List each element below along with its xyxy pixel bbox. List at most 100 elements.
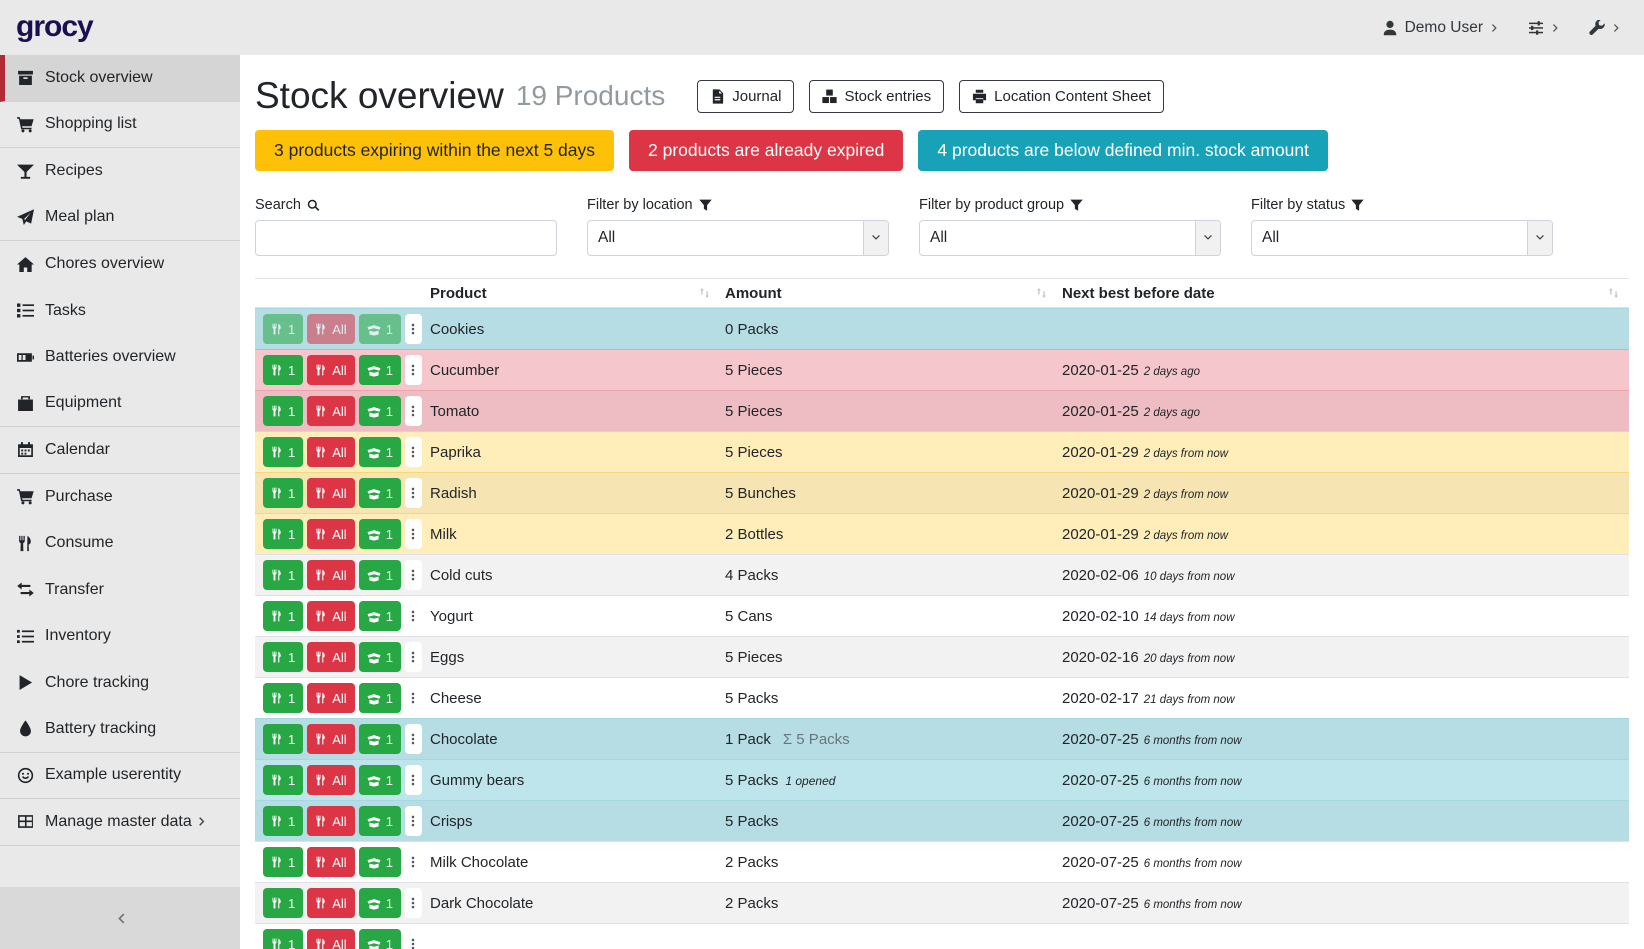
consume-one-button[interactable]: 1 bbox=[263, 560, 303, 590]
sidebar-item-stock-overview[interactable]: Stock overview bbox=[0, 55, 240, 102]
open-one-button[interactable]: 1 bbox=[359, 478, 401, 508]
sidebar-item-consume[interactable]: Consume bbox=[0, 520, 240, 567]
filter-by-location-select[interactable]: All bbox=[587, 220, 889, 256]
filter-by-product-group-select[interactable]: All bbox=[919, 220, 1221, 256]
sidebar-item-equipment[interactable]: Equipment bbox=[0, 381, 240, 428]
column-next-best-before-date[interactable]: Next best before date bbox=[1057, 279, 1629, 307]
consume-all-button[interactable]: All bbox=[307, 519, 354, 549]
sidebar-item-purchase[interactable]: Purchase bbox=[0, 474, 240, 521]
consume-one-button[interactable]: 1 bbox=[263, 683, 303, 713]
open-one-button[interactable]: 1 bbox=[359, 560, 401, 590]
row-menu-button[interactable] bbox=[405, 888, 422, 918]
consume-all-button[interactable]: All bbox=[307, 806, 354, 836]
consume-one-button[interactable]: 1 bbox=[263, 929, 303, 949]
open-one-button[interactable]: 1 bbox=[359, 642, 401, 672]
consume-one-button[interactable]: 1 bbox=[263, 806, 303, 836]
sidebar-collapse-button[interactable] bbox=[0, 887, 240, 949]
consume-all-button[interactable]: All bbox=[307, 314, 354, 344]
consume-all-button[interactable]: All bbox=[307, 683, 354, 713]
consume-all-button[interactable]: All bbox=[307, 765, 354, 795]
open-one-button[interactable]: 1 bbox=[359, 724, 401, 754]
consume-all-button[interactable]: All bbox=[307, 560, 354, 590]
sidebar-item-tasks[interactable]: Tasks bbox=[0, 288, 240, 335]
sidebar-item-calendar[interactable]: Calendar bbox=[0, 427, 240, 474]
sidebar-item-chores-overview[interactable]: Chores overview bbox=[0, 241, 240, 288]
open-one-button[interactable]: 1 bbox=[359, 314, 401, 344]
open-one-button[interactable]: 1 bbox=[359, 396, 401, 426]
amount-cell: 4 Packs bbox=[720, 567, 1057, 584]
consume-one-button[interactable]: 1 bbox=[263, 437, 303, 467]
row-menu-button[interactable] bbox=[405, 806, 422, 836]
row-menu-button[interactable] bbox=[405, 355, 422, 385]
consume-all-button[interactable]: All bbox=[307, 396, 354, 426]
alert-banner-0[interactable]: 3 products expiring within the next 5 da… bbox=[255, 130, 614, 171]
column-amount[interactable]: Amount bbox=[720, 279, 1057, 307]
consume-all-button[interactable]: All bbox=[307, 847, 354, 877]
journal-button[interactable]: Journal bbox=[697, 80, 794, 113]
consume-all-button[interactable]: All bbox=[307, 478, 354, 508]
sidebar-item-battery-tracking[interactable]: Battery tracking bbox=[0, 706, 240, 753]
open-one-button[interactable]: 1 bbox=[359, 519, 401, 549]
sidebar-item-manage-master-data[interactable]: Manage master data bbox=[0, 799, 240, 846]
row-menu-button[interactable] bbox=[405, 765, 422, 795]
sidebar-item-transfer[interactable]: Transfer bbox=[0, 567, 240, 614]
open-one-button[interactable]: 1 bbox=[359, 765, 401, 795]
consume-one-button[interactable]: 1 bbox=[263, 355, 303, 385]
consume-one-button[interactable]: 1 bbox=[263, 642, 303, 672]
sidebar-item-shopping-list[interactable]: Shopping list bbox=[0, 102, 240, 149]
row-menu-button[interactable] bbox=[405, 929, 422, 949]
consume-one-button[interactable]: 1 bbox=[263, 314, 303, 344]
row-menu-button[interactable] bbox=[405, 683, 422, 713]
row-menu-button[interactable] bbox=[405, 519, 422, 549]
sidebar-item-inventory[interactable]: Inventory bbox=[0, 613, 240, 660]
column-product[interactable]: Product bbox=[425, 279, 720, 307]
consume-one-button[interactable]: 1 bbox=[263, 519, 303, 549]
consume-one-button[interactable]: 1 bbox=[263, 724, 303, 754]
consume-all-button[interactable]: All bbox=[307, 642, 354, 672]
sidebar-item-recipes[interactable]: Recipes bbox=[0, 148, 240, 195]
consume-all-button[interactable]: All bbox=[307, 888, 354, 918]
row-menu-button[interactable] bbox=[405, 560, 422, 590]
grocy-logo[interactable]: grocy bbox=[16, 10, 93, 44]
open-one-button[interactable]: 1 bbox=[359, 929, 401, 949]
consume-one-button[interactable]: 1 bbox=[263, 601, 303, 631]
sidebar-item-example-userentity[interactable]: Example userentity bbox=[0, 753, 240, 800]
admin-menu[interactable] bbox=[1589, 20, 1622, 36]
stock-entries-button[interactable]: Stock entries bbox=[809, 80, 944, 113]
search-input[interactable] bbox=[255, 220, 557, 256]
consume-one-button[interactable]: 1 bbox=[263, 396, 303, 426]
alert-banner-1[interactable]: 2 products are already expired bbox=[629, 130, 903, 171]
user-menu[interactable]: Demo User bbox=[1382, 19, 1500, 37]
consume-all-button[interactable]: All bbox=[307, 437, 354, 467]
consume-one-button[interactable]: 1 bbox=[263, 765, 303, 795]
consume-one-button[interactable]: 1 bbox=[263, 847, 303, 877]
row-menu-button[interactable] bbox=[405, 601, 422, 631]
open-one-button[interactable]: 1 bbox=[359, 601, 401, 631]
open-one-button[interactable]: 1 bbox=[359, 683, 401, 713]
row-menu-button[interactable] bbox=[405, 847, 422, 877]
consume-all-button[interactable]: All bbox=[307, 601, 354, 631]
open-one-button[interactable]: 1 bbox=[359, 847, 401, 877]
row-menu-button[interactable] bbox=[405, 396, 422, 426]
row-menu-button[interactable] bbox=[405, 437, 422, 467]
alert-banner-2[interactable]: 4 products are below defined min. stock … bbox=[918, 130, 1328, 171]
settings-menu[interactable] bbox=[1528, 20, 1561, 36]
consume-all-button[interactable]: All bbox=[307, 355, 354, 385]
consume-all-button[interactable]: All bbox=[307, 724, 354, 754]
row-menu-button[interactable] bbox=[405, 642, 422, 672]
consume-one-button[interactable]: 1 bbox=[263, 478, 303, 508]
open-one-button[interactable]: 1 bbox=[359, 355, 401, 385]
sidebar-item-chore-tracking[interactable]: Chore tracking bbox=[0, 660, 240, 707]
open-one-button[interactable]: 1 bbox=[359, 888, 401, 918]
row-menu-button[interactable] bbox=[405, 314, 422, 344]
consume-all-button[interactable]: All bbox=[307, 929, 354, 949]
row-menu-button[interactable] bbox=[405, 478, 422, 508]
location-content-sheet-button[interactable]: Location Content Sheet bbox=[959, 80, 1164, 113]
consume-one-button[interactable]: 1 bbox=[263, 888, 303, 918]
open-one-button[interactable]: 1 bbox=[359, 806, 401, 836]
row-menu-button[interactable] bbox=[405, 724, 422, 754]
open-one-button[interactable]: 1 bbox=[359, 437, 401, 467]
filter-by-status-select[interactable]: All bbox=[1251, 220, 1553, 256]
sidebar-item-batteries-overview[interactable]: Batteries overview bbox=[0, 334, 240, 381]
sidebar-item-meal-plan[interactable]: Meal plan bbox=[0, 195, 240, 242]
